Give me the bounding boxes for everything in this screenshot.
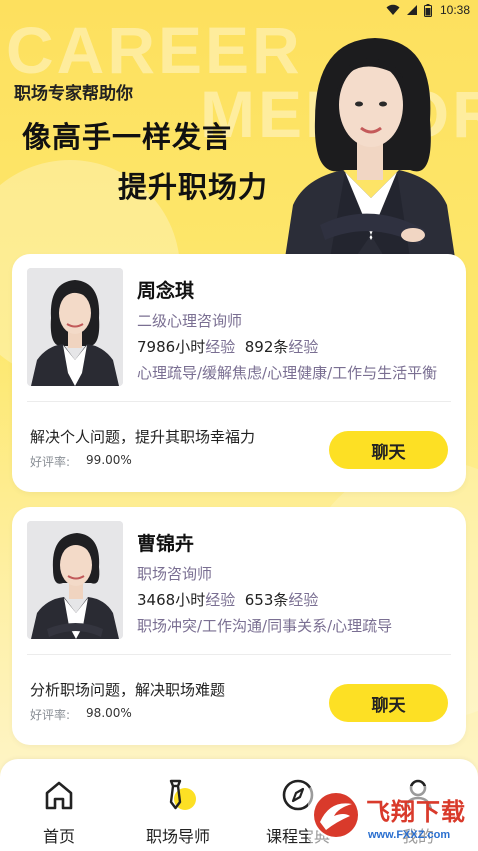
cases-unit: 条 xyxy=(273,591,289,609)
hours-value: 7986 xyxy=(137,338,176,356)
mentor-name: 曹锦卉 xyxy=(137,533,195,555)
svg-text:www.FXXZ.com: www.FXXZ.com xyxy=(367,829,450,841)
hero-subtitle: 职场专家帮助你 xyxy=(14,84,133,104)
tab-label: 职场导师 xyxy=(145,827,210,846)
mentor-name: 周念琪 xyxy=(137,280,195,302)
status-time: 10:38 xyxy=(439,3,470,17)
signal-icon xyxy=(406,5,417,15)
hours-value: 3468 xyxy=(137,591,176,609)
rating-value: 99.00% xyxy=(86,453,132,467)
tie-icon xyxy=(158,775,198,815)
mentor-title: 职场咨询师 xyxy=(137,565,213,583)
hours-label: 经验 xyxy=(205,591,236,609)
home-icon xyxy=(39,775,79,815)
cases-label: 经验 xyxy=(288,338,319,356)
mentor-experience: 3468小时经验 653条经验 xyxy=(137,589,318,610)
hero-headline-2: 提升职场力 xyxy=(118,170,269,204)
cases-value: 892 xyxy=(244,338,274,356)
status-bar: 10:38 xyxy=(0,0,478,20)
mentor-card[interactable]: 曹锦卉 职场咨询师 3468小时经验 653条经验 职场冲突/工作沟通/同事关系… xyxy=(12,507,466,745)
chat-button[interactable]: 聊天 xyxy=(329,431,448,469)
battery-icon xyxy=(423,3,432,17)
hours-unit: 小时 xyxy=(175,591,206,609)
mentor-experience: 7986小时经验 892条经验 xyxy=(137,336,318,357)
tab-mentor[interactable]: 职场导师 xyxy=(133,775,223,847)
chat-button[interactable]: 聊天 xyxy=(329,684,448,722)
cases-unit: 条 xyxy=(273,338,289,356)
hero-mentor-photo xyxy=(285,38,455,258)
cases-label: 经验 xyxy=(288,591,319,609)
mentor-description: 解决个人问题，提升其职场幸福力 xyxy=(30,428,256,446)
svg-text:飞翔下载: 飞翔下载 xyxy=(366,798,466,826)
hours-unit: 小时 xyxy=(175,338,206,356)
rating-label: 好评率: xyxy=(30,708,71,722)
mentor-tags: 心理疏导/缓解焦虑/心理健康/工作与生活平衡 xyxy=(137,364,438,382)
mentor-title: 二级心理咨询师 xyxy=(137,312,243,330)
mentor-photo xyxy=(27,521,123,639)
divider xyxy=(27,401,451,402)
mentor-photo xyxy=(27,268,123,386)
rating: 好评率: 99.00% xyxy=(30,453,132,470)
divider xyxy=(27,654,451,655)
mentor-description: 分析职场问题，解决职场难题 xyxy=(30,681,226,699)
wifi-icon xyxy=(386,4,400,15)
hours-label: 经验 xyxy=(205,338,236,356)
rating-value: 98.00% xyxy=(86,706,132,720)
rating: 好评率: 98.00% xyxy=(30,706,132,723)
tab-home[interactable]: 首页 xyxy=(14,775,104,847)
mentor-card[interactable]: 周念琪 二级心理咨询师 7986小时经验 892条经验 心理疏导/缓解焦虑/心理… xyxy=(12,254,466,492)
rating-label: 好评率: xyxy=(30,455,71,469)
tab-label: 首页 xyxy=(42,827,75,846)
mentor-tags: 职场冲突/工作沟通/同事关系/心理疏导 xyxy=(137,617,393,635)
fxxz-watermark-logo: 飞翔下载 www.FXXZ.com xyxy=(308,786,472,844)
cases-value: 653 xyxy=(244,591,274,609)
hero-headline-1: 像高手一样发言 xyxy=(22,120,233,154)
